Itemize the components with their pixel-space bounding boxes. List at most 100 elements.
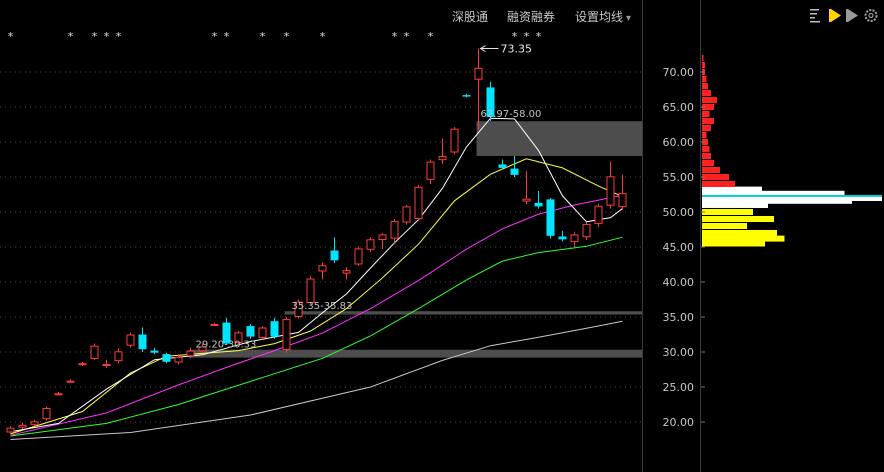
chart-divider <box>642 0 643 472</box>
candle-down <box>534 202 543 207</box>
candle-up <box>570 234 579 243</box>
candle-up <box>258 327 267 338</box>
profile-bar <box>702 223 747 229</box>
profile-bar <box>702 90 711 96</box>
candle-down <box>270 321 279 337</box>
event-marker: * <box>392 30 398 43</box>
event-marker: * <box>104 30 110 43</box>
candle-up <box>414 186 423 220</box>
axis-tick-label: 25.00 <box>663 381 695 394</box>
candle-up <box>114 351 123 362</box>
profile-bar <box>702 62 705 68</box>
candle-down <box>546 199 555 236</box>
moving-averages <box>10 117 623 440</box>
axis-tick-label: 70.00 <box>663 66 695 79</box>
candle-down <box>150 350 159 353</box>
event-marker: * <box>224 30 230 43</box>
candle-up <box>438 156 447 161</box>
price-zone <box>476 121 642 156</box>
event-marker: * <box>404 30 410 43</box>
chevron-down-icon: ▾ <box>626 13 632 24</box>
candle-up <box>606 176 615 206</box>
event-marker: * <box>320 30 326 43</box>
candles <box>6 48 627 434</box>
event-marker: * <box>116 30 122 43</box>
candle-down <box>558 236 567 240</box>
candle-up <box>318 265 327 272</box>
play-yellow-icon[interactable] <box>829 9 841 22</box>
event-marker: * <box>524 30 530 43</box>
bars-icon[interactable] <box>810 9 820 23</box>
zone-range-label: 62.97-58.00 <box>481 109 542 120</box>
ma30-line <box>10 236 623 437</box>
candle-up <box>78 363 87 366</box>
candle-up <box>390 221 399 239</box>
candle-up <box>6 427 15 433</box>
event-markers: * * * * * * * * * * * * * * * * <box>8 30 542 43</box>
candle-up <box>402 206 411 223</box>
event-marker: * <box>212 30 218 43</box>
candle-up <box>378 234 387 240</box>
profile-bar <box>702 186 762 193</box>
profile-bar <box>702 174 729 180</box>
candle-down <box>138 334 147 350</box>
candle-up <box>102 363 111 366</box>
candle-up <box>90 345 99 360</box>
profile-bar <box>702 97 717 103</box>
axis-tick-label: 20.00 <box>663 416 695 429</box>
event-marker: * <box>92 30 98 43</box>
event-marker: * <box>8 30 14 43</box>
candle-up <box>306 278 315 303</box>
profile-bar <box>702 111 710 117</box>
candle-up <box>582 223 591 238</box>
candle-up <box>54 393 63 396</box>
candle-down <box>462 95 471 97</box>
candle-down <box>162 354 171 362</box>
candle-up <box>42 408 51 420</box>
profile-bar <box>702 125 711 131</box>
candle-up <box>354 248 363 265</box>
profile-poc-line <box>702 194 882 197</box>
set-ma-button[interactable]: 设置均线 ▾ <box>575 8 631 25</box>
candle-up <box>522 198 531 202</box>
profile-bar <box>702 160 714 166</box>
candle-up <box>282 319 291 350</box>
axis-tick-label: 35.00 <box>663 311 695 324</box>
volume-profile <box>702 55 882 247</box>
profile-bar <box>702 153 711 159</box>
candle-up <box>366 239 375 250</box>
profile-bar <box>702 167 720 173</box>
axis-tick-label: 50.00 <box>663 206 695 219</box>
profile-bar <box>702 83 708 89</box>
ma5-line <box>10 117 623 433</box>
axis-tick-label: 55.00 <box>663 171 695 184</box>
candle-up <box>174 356 183 363</box>
candle-up <box>618 193 627 208</box>
candle-up <box>450 128 459 153</box>
shenzhen-connect-button[interactable]: 深股通 <box>452 8 488 25</box>
profile-bar <box>702 55 704 61</box>
axis-tick-label: 45.00 <box>663 241 695 254</box>
candle-down <box>246 326 255 337</box>
profile-bar <box>702 146 710 152</box>
profile-bar <box>702 235 785 242</box>
candle-down <box>510 168 519 175</box>
panel-icons <box>808 7 884 23</box>
axis-divider <box>700 0 701 472</box>
profile-bar <box>702 209 753 215</box>
event-marker: * <box>536 30 542 43</box>
margin-trading-button[interactable]: 融资融券 <box>507 8 555 25</box>
candle-up <box>426 161 435 180</box>
play-grey-icon[interactable] <box>846 9 858 22</box>
profile-bar <box>702 230 777 236</box>
high-price-label: 73.35 <box>501 43 533 56</box>
candle-up <box>30 421 39 425</box>
event-marker: * <box>512 30 518 43</box>
axis-tick-label: 60.00 <box>663 136 695 149</box>
candle-up <box>126 334 135 346</box>
profile-bar <box>702 181 735 187</box>
axis-tick-label: 30.00 <box>663 346 695 359</box>
event-marker: * <box>260 30 266 43</box>
gear-icon[interactable] <box>864 9 878 22</box>
candle-up <box>18 424 27 428</box>
